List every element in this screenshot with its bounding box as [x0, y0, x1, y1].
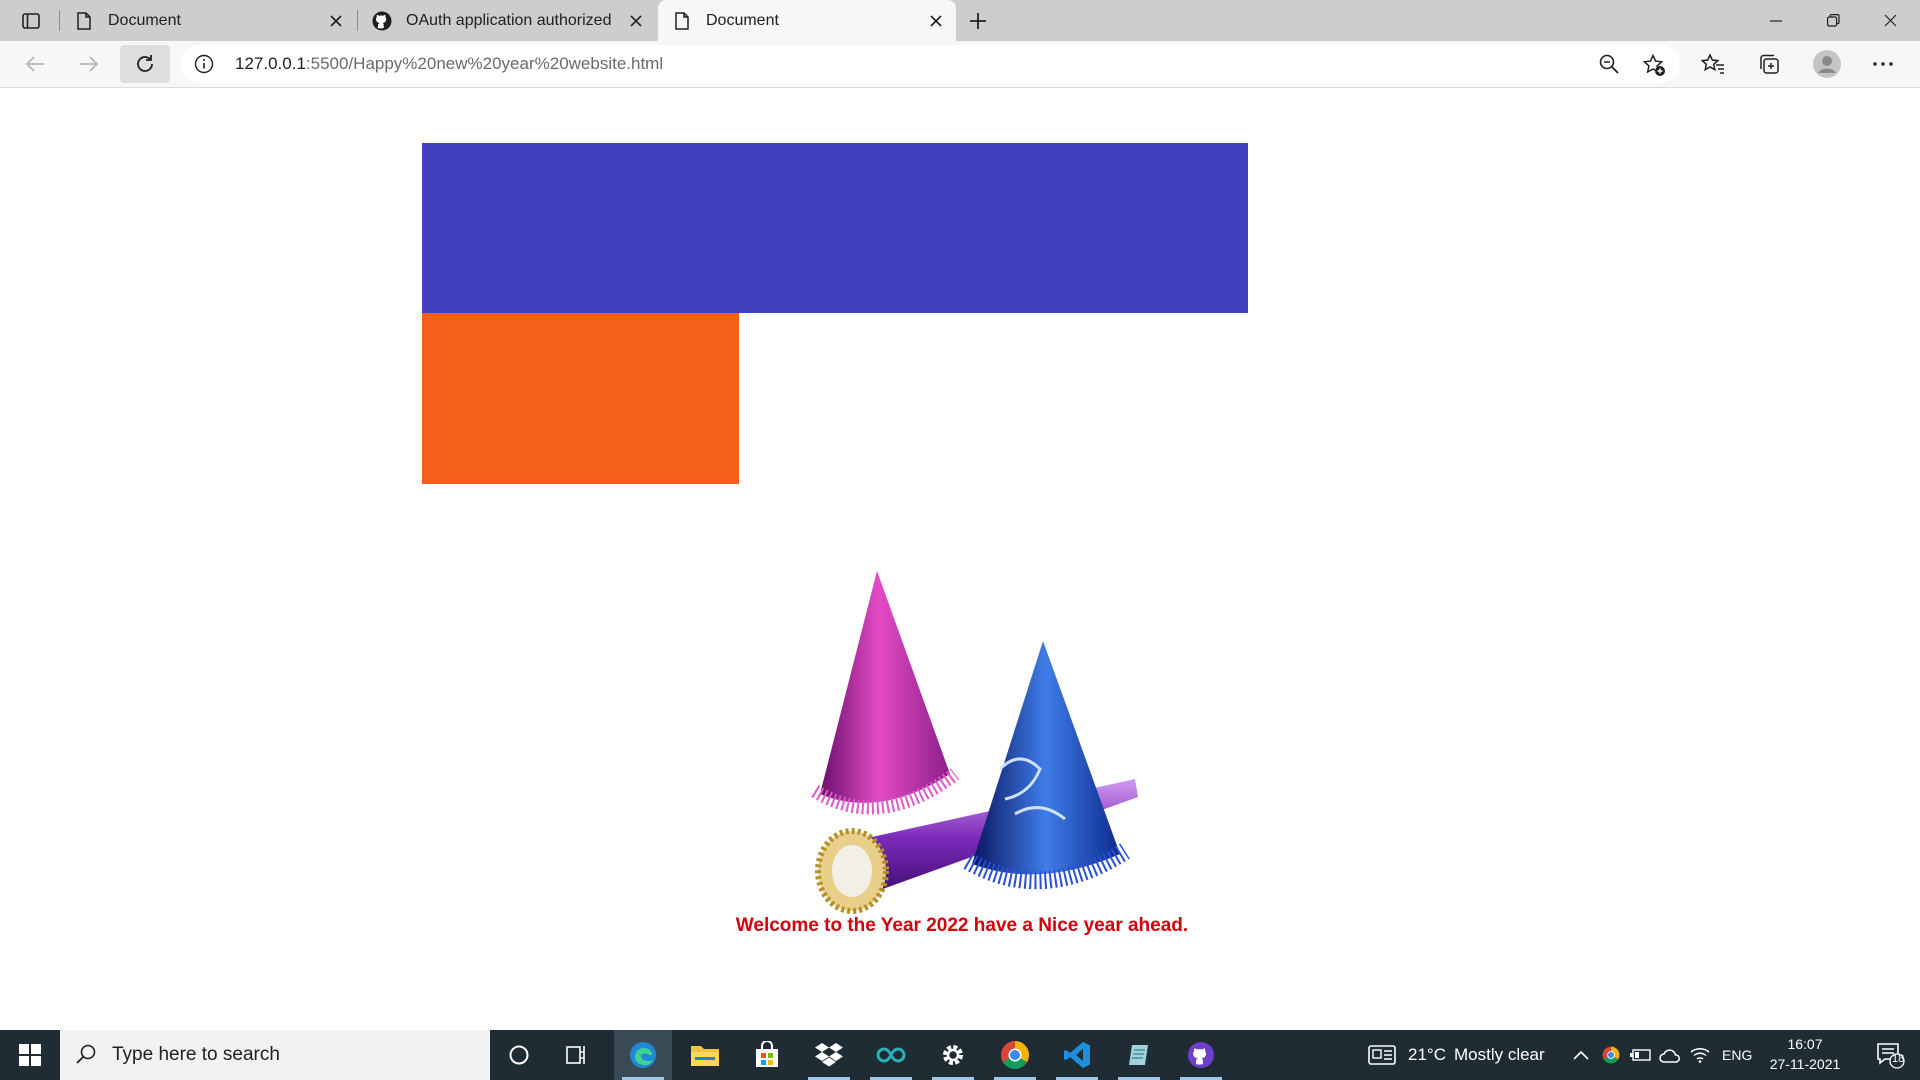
task-view-icon	[566, 1046, 585, 1064]
tab-document-1[interactable]: Document	[60, 0, 356, 41]
clock-time: 16:07	[1787, 1036, 1823, 1052]
minimize-button[interactable]	[1748, 0, 1804, 41]
orange-box	[422, 313, 739, 484]
collections-icon	[1760, 54, 1779, 74]
search-icon	[76, 1044, 96, 1064]
weather-condition: Mostly clear	[1453, 1045, 1545, 1064]
edge-icon	[630, 1042, 656, 1068]
add-favorite-icon[interactable]	[1642, 53, 1666, 77]
url-text[interactable]: 127.0.0.1:5500/Happy%20new%20year%20webs…	[235, 54, 663, 74]
page-icon	[672, 11, 692, 31]
info-icon[interactable]	[194, 54, 214, 74]
close-tab-icon[interactable]	[922, 7, 950, 35]
web-page: Welcome to the Year 2022 have a Nice yea…	[0, 89, 1920, 1030]
weather-widget[interactable]: 21°C Mostly clear	[1368, 1030, 1545, 1080]
url-host: 127.0.0.1	[235, 54, 306, 73]
tab-title: OAuth application authorized	[406, 11, 612, 29]
taskbar-dropbox[interactable]	[800, 1030, 858, 1080]
welcome-message: Welcome to the Year 2022 have a Nice yea…	[735, 915, 1189, 936]
back-button[interactable]	[12, 45, 58, 83]
chrome-icon	[1001, 1041, 1029, 1069]
refresh-button[interactable]	[120, 45, 170, 83]
taskbar-vscode[interactable]	[1048, 1030, 1106, 1080]
close-tab-icon[interactable]	[322, 7, 350, 35]
restore-button[interactable]	[1805, 0, 1861, 41]
vscode-icon	[1064, 1042, 1090, 1068]
taskbar-chrome[interactable]	[986, 1030, 1044, 1080]
taskbar-settings[interactable]	[924, 1030, 982, 1080]
close-icon	[1884, 14, 1896, 27]
clock-date: 27-11-2021	[1769, 1056, 1841, 1072]
cortana-icon	[509, 1045, 529, 1065]
favorites-icon	[1701, 53, 1724, 74]
taskbar: Type here to search 21°C Mostly clear EN…	[0, 1030, 1920, 1080]
news-weather-icon	[1368, 1045, 1396, 1065]
taskbar-edge[interactable]	[614, 1030, 672, 1080]
taskbar-search-box[interactable]: Type here to search	[60, 1030, 490, 1080]
minimize-icon	[1770, 19, 1782, 22]
address-bar[interactable]: 127.0.0.1:5500/Happy%20new%20year%20webs…	[180, 45, 1680, 83]
page-icon	[74, 11, 94, 31]
github-icon	[372, 11, 392, 31]
github-desktop-icon	[1188, 1042, 1214, 1068]
search-placeholder: Type here to search	[112, 1044, 280, 1065]
task-view-button[interactable]	[548, 1030, 606, 1080]
forward-button[interactable]	[66, 45, 112, 83]
notification-center-button[interactable]: 18	[1862, 1030, 1920, 1080]
avatar-icon	[1813, 50, 1841, 78]
wifi-icon	[1690, 1048, 1710, 1063]
notes-app-icon	[1129, 1045, 1148, 1065]
collections-button[interactable]	[1746, 45, 1792, 83]
tab-title: Document	[108, 11, 181, 29]
profile-button[interactable]	[1804, 45, 1850, 83]
tray-battery[interactable]	[1626, 1030, 1654, 1080]
browser-toolbar: 127.0.0.1:5500/Happy%20new%20year%20webs…	[0, 41, 1920, 88]
close-tab-icon[interactable]	[622, 7, 650, 35]
close-window-button[interactable]	[1862, 0, 1918, 41]
settings-more-button[interactable]	[1860, 45, 1906, 83]
tray-onedrive[interactable]	[1656, 1030, 1684, 1080]
forward-arrow-icon	[80, 56, 99, 72]
plus-icon	[970, 12, 986, 29]
chrome-tray-icon	[1602, 1046, 1620, 1064]
url-path: :5500/Happy%20new%20year%20website.html	[305, 54, 664, 73]
windows-logo-icon	[19, 1044, 41, 1066]
gear-icon	[943, 1045, 963, 1065]
tab-document-active[interactable]: Document	[658, 0, 956, 41]
cloud-icon	[1659, 1049, 1680, 1063]
tab-oauth[interactable]: OAuth application authorized	[358, 0, 656, 41]
taskbar-github-desktop[interactable]	[1172, 1030, 1230, 1080]
cortana-button[interactable]	[490, 1030, 548, 1080]
taskbar-app[interactable]	[1110, 1030, 1168, 1080]
notification-count: 18	[1892, 1053, 1905, 1065]
clock[interactable]: 16:07 27-11-2021	[1760, 1034, 1850, 1074]
show-hidden-icons-button[interactable]	[1566, 1030, 1596, 1080]
restore-icon	[1826, 14, 1840, 27]
store-icon	[756, 1041, 778, 1067]
start-button[interactable]	[0, 1030, 60, 1080]
tray-chrome[interactable]	[1598, 1030, 1624, 1080]
zoom-icon[interactable]	[1598, 53, 1620, 75]
language-indicator[interactable]: ENG	[1722, 1030, 1752, 1080]
chevron-up-icon	[1573, 1050, 1589, 1060]
new-tab-button[interactable]	[960, 5, 996, 36]
dropbox-icon	[815, 1043, 843, 1067]
tab-actions-icon	[22, 12, 40, 29]
tray-wifi[interactable]	[1686, 1030, 1714, 1080]
more-dots-icon	[1873, 62, 1893, 66]
blue-box	[422, 143, 1248, 313]
tab-title: Document	[706, 11, 779, 29]
taskbar-file-explorer[interactable]	[676, 1030, 734, 1080]
taskbar-arduino[interactable]	[862, 1030, 920, 1080]
folder-icon	[691, 1046, 719, 1066]
tab-strip: Document OAuth application authorized Do…	[0, 0, 1920, 41]
taskbar-store[interactable]	[738, 1030, 796, 1080]
tab-actions-button[interactable]	[12, 6, 50, 35]
back-arrow-icon	[25, 56, 44, 72]
battery-icon	[1630, 1049, 1651, 1061]
infinity-icon	[876, 1047, 906, 1063]
favorites-button[interactable]	[1690, 45, 1736, 83]
weather-temp: 21°C	[1408, 1045, 1446, 1064]
refresh-icon	[137, 55, 153, 72]
